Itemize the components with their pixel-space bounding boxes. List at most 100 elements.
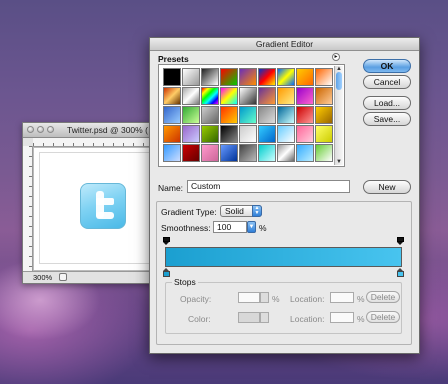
- stops-label: Stops: [172, 277, 198, 287]
- status-menu-icon[interactable]: [59, 273, 67, 281]
- vertical-ruler: [23, 146, 33, 271]
- preset-swatch[interactable]: [220, 68, 238, 86]
- presets-scrollbar[interactable]: ▲ ▼: [334, 66, 343, 165]
- zoom-window-icon[interactable]: [47, 126, 54, 133]
- preset-swatch[interactable]: [182, 106, 200, 124]
- preset-swatch[interactable]: [163, 125, 181, 143]
- opacity-location-field[interactable]: [330, 292, 354, 303]
- preset-swatch[interactable]: [239, 106, 257, 124]
- opacity-unit: %: [272, 294, 280, 304]
- document-canvas[interactable]: [33, 147, 155, 271]
- load-button[interactable]: Load...: [363, 96, 411, 110]
- preset-swatch[interactable]: [239, 125, 257, 143]
- preset-swatch[interactable]: [315, 87, 333, 105]
- preset-swatch[interactable]: [163, 87, 181, 105]
- preset-swatch[interactable]: [201, 144, 219, 162]
- new-button[interactable]: New: [363, 180, 411, 194]
- ok-button[interactable]: OK: [363, 59, 411, 73]
- preset-swatch[interactable]: [296, 68, 314, 86]
- preset-swatch[interactable]: [201, 106, 219, 124]
- document-titlebar[interactable]: Twitter.psd @ 300% (: [23, 123, 155, 138]
- preset-swatch[interactable]: [296, 87, 314, 105]
- preset-swatch[interactable]: [239, 87, 257, 105]
- preset-swatch[interactable]: [277, 106, 295, 124]
- color-label: Color:: [188, 314, 211, 324]
- document-status-bar: 300%: [23, 271, 155, 283]
- gradient-type-label: Gradient Type:: [161, 207, 217, 217]
- close-window-icon[interactable]: [27, 126, 34, 133]
- presets-label: Presets: [158, 54, 189, 64]
- preset-swatch[interactable]: [315, 106, 333, 124]
- preset-swatch[interactable]: [258, 68, 276, 86]
- opacity-stop-left[interactable]: [163, 237, 170, 245]
- document-window[interactable]: Twitter.psd @ 300% ( 300%: [22, 122, 156, 284]
- preset-swatch[interactable]: [220, 87, 238, 105]
- preset-swatch[interactable]: [315, 125, 333, 143]
- gradient-editor-dialog: Gradient Editor Presets ▸ ▲ ▼ OK Cancel …: [149, 37, 420, 354]
- horizontal-ruler: [33, 138, 155, 147]
- color-location-field[interactable]: [330, 312, 354, 323]
- preset-swatch[interactable]: [239, 68, 257, 86]
- scroll-down-icon[interactable]: ▼: [336, 159, 342, 165]
- preset-swatch[interactable]: [258, 106, 276, 124]
- smoothness-unit: %: [259, 223, 267, 233]
- preset-swatch[interactable]: [258, 144, 276, 162]
- preset-swatch[interactable]: [277, 125, 295, 143]
- minimize-window-icon[interactable]: [37, 126, 44, 133]
- smoothness-field[interactable]: 100: [213, 221, 247, 233]
- document-title: Twitter.psd @ 300% (: [67, 125, 148, 135]
- opacity-dropdown-icon[interactable]: [260, 292, 269, 303]
- preset-swatch[interactable]: [258, 125, 276, 143]
- preset-swatch[interactable]: [315, 144, 333, 162]
- opacity-label: Opacity:: [180, 294, 212, 304]
- color-stop-left[interactable]: [163, 268, 170, 277]
- location-label: Location:: [290, 294, 325, 304]
- preset-swatch[interactable]: [163, 106, 181, 124]
- preset-swatch[interactable]: [182, 87, 200, 105]
- preset-swatch[interactable]: [277, 144, 295, 162]
- preset-swatch[interactable]: [277, 87, 295, 105]
- preset-swatch[interactable]: [258, 87, 276, 105]
- preset-swatch[interactable]: [182, 68, 200, 86]
- preset-swatch[interactable]: [220, 125, 238, 143]
- name-label: Name:: [158, 183, 184, 193]
- zoom-level[interactable]: 300%: [33, 273, 52, 282]
- color-stop-right[interactable]: [397, 268, 404, 277]
- opacity-field[interactable]: [238, 292, 260, 303]
- delete-opacity-stop-button[interactable]: Delete: [366, 291, 400, 303]
- preset-swatch[interactable]: [296, 125, 314, 143]
- preset-swatch[interactable]: [163, 68, 181, 86]
- preset-swatch[interactable]: [220, 144, 238, 162]
- opacity-stop-right[interactable]: [397, 237, 404, 245]
- preset-swatch[interactable]: [277, 68, 295, 86]
- delete-color-stop-button[interactable]: Delete: [366, 311, 400, 323]
- color-dropdown-icon[interactable]: [260, 312, 269, 323]
- canvas-page[interactable]: [39, 152, 154, 264]
- presets-menu-arrow-icon[interactable]: ▸: [332, 53, 340, 61]
- preset-swatch[interactable]: [220, 106, 238, 124]
- preset-swatch[interactable]: [315, 68, 333, 86]
- smoothness-dropdown-icon[interactable]: ▼: [247, 221, 256, 233]
- smoothness-label: Smoothness:: [161, 223, 211, 233]
- gradient-preview-bar[interactable]: [165, 247, 402, 267]
- gradient-type-value: Solid: [225, 206, 244, 216]
- preset-swatch[interactable]: [201, 125, 219, 143]
- cancel-button[interactable]: Cancel: [363, 75, 411, 89]
- color-swatch[interactable]: [238, 312, 260, 323]
- preset-swatch[interactable]: [239, 144, 257, 162]
- select-arrows-icon: ▲ ▼: [252, 205, 262, 217]
- stops-group: Stops Opacity: % Location: % Delete Colo…: [165, 277, 402, 334]
- gradient-type-select[interactable]: Solid ▲ ▼: [220, 205, 262, 217]
- preset-swatch[interactable]: [201, 68, 219, 86]
- preset-swatch[interactable]: [163, 144, 181, 162]
- preset-swatch[interactable]: [296, 144, 314, 162]
- preset-swatch[interactable]: [296, 106, 314, 124]
- preset-swatch[interactable]: [182, 144, 200, 162]
- dialog-title[interactable]: Gradient Editor: [150, 38, 419, 51]
- save-button[interactable]: Save...: [363, 112, 411, 126]
- preset-swatch[interactable]: [201, 87, 219, 105]
- name-field[interactable]: Custom: [187, 180, 350, 193]
- preset-swatch[interactable]: [182, 125, 200, 143]
- scroll-thumb[interactable]: [336, 72, 342, 90]
- presets-panel: ▲ ▼: [158, 64, 345, 167]
